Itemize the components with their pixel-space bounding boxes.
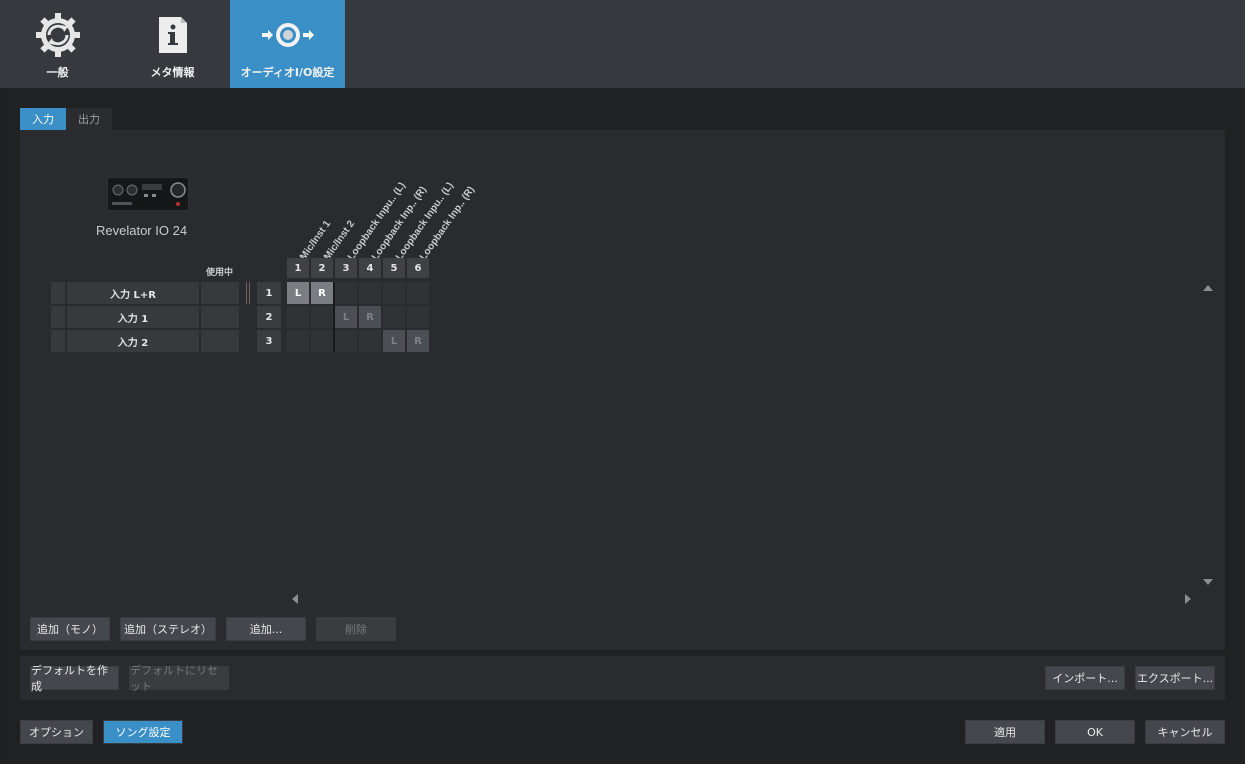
- matrix-cell[interactable]: L: [383, 330, 405, 352]
- column-number: 1: [287, 258, 309, 278]
- add-mono-button[interactable]: 追加（モノ）: [30, 617, 110, 641]
- gear-sync-icon: [30, 12, 86, 58]
- matrix-cell[interactable]: [383, 306, 405, 328]
- matrix-cell[interactable]: [383, 282, 405, 304]
- row-number: 2: [257, 306, 281, 328]
- scroll-right-icon[interactable]: [1185, 594, 1191, 604]
- row-color-swatch[interactable]: [51, 306, 65, 328]
- scroll-up-icon[interactable]: [1203, 285, 1213, 291]
- channel-name[interactable]: 入力 L+R: [67, 282, 199, 304]
- matrix-cell[interactable]: [311, 330, 333, 352]
- export-button[interactable]: エクスポート...: [1135, 666, 1215, 690]
- ok-button[interactable]: OK: [1055, 720, 1135, 744]
- tab-meta-info[interactable]: メタ情報: [115, 0, 230, 88]
- matrix-cell[interactable]: L: [287, 282, 309, 304]
- matrix-cell[interactable]: [335, 282, 357, 304]
- cancel-button[interactable]: キャンセル: [1145, 720, 1225, 744]
- scroll-down-icon[interactable]: [1203, 579, 1213, 585]
- tab-input[interactable]: 入力: [20, 108, 66, 130]
- device-name: Revelator IO 24: [96, 223, 188, 238]
- info-document-icon: [145, 12, 201, 58]
- delete-button[interactable]: 削除: [316, 617, 396, 641]
- tab-general-label: 一般: [46, 66, 69, 79]
- in-use-header: 使用中: [206, 268, 234, 278]
- column-number: 3: [335, 258, 357, 278]
- matrix-cell[interactable]: [287, 330, 309, 352]
- matrix-cell[interactable]: [359, 282, 381, 304]
- row-number: 1: [257, 282, 281, 304]
- column-number: 5: [383, 258, 405, 278]
- matrix-cell[interactable]: [335, 330, 357, 352]
- add-button[interactable]: 追加...: [226, 617, 306, 641]
- scroll-left-icon[interactable]: [292, 594, 298, 604]
- in-use-cell: [201, 282, 239, 304]
- import-button[interactable]: インポート...: [1045, 666, 1125, 690]
- matrix-cell[interactable]: [407, 306, 429, 328]
- column-number: 6: [407, 258, 429, 278]
- channel-name[interactable]: 入力 1: [67, 306, 199, 328]
- channel-name[interactable]: 入力 2: [67, 330, 199, 352]
- preferences-toolbar: 一般 メタ情報 オーディオI/O設定: [0, 0, 1245, 88]
- tab-meta-info-label: メタ情報: [150, 66, 195, 79]
- tab-audio-io-label: オーディオI/O設定: [240, 66, 335, 79]
- audio-io-icon: [260, 12, 316, 58]
- matrix-cell[interactable]: R: [407, 330, 429, 352]
- reset-default-button[interactable]: デフォルトにリセット: [129, 664, 229, 693]
- device-image: [107, 177, 189, 211]
- tab-audio-io[interactable]: オーディオI/O設定: [230, 0, 345, 88]
- matrix-cell[interactable]: [287, 306, 309, 328]
- matrix-cell[interactable]: [311, 306, 333, 328]
- column-number: 2: [311, 258, 333, 278]
- add-stereo-button[interactable]: 追加（ステレオ）: [120, 617, 216, 641]
- options-button[interactable]: オプション: [20, 720, 93, 744]
- in-use-cell: [201, 306, 239, 328]
- matrix-cell[interactable]: R: [311, 282, 333, 304]
- column-number: 4: [359, 258, 381, 278]
- device-group-divider: [333, 282, 335, 352]
- song-settings-button[interactable]: ソング設定: [103, 720, 183, 744]
- apply-button[interactable]: 適用: [965, 720, 1045, 744]
- in-use-cell: [201, 330, 239, 352]
- matrix-cell[interactable]: [359, 330, 381, 352]
- row-color-swatch[interactable]: [51, 282, 65, 304]
- matrix-cell[interactable]: R: [359, 306, 381, 328]
- row-color-swatch[interactable]: [51, 330, 65, 352]
- tab-general[interactable]: 一般: [0, 0, 115, 88]
- matrix-cell[interactable]: L: [335, 306, 357, 328]
- tab-output[interactable]: 出力: [66, 108, 112, 130]
- row-divider: [246, 282, 250, 304]
- make-default-button[interactable]: デフォルトを作成: [30, 664, 119, 693]
- routing-panel: [20, 130, 1225, 650]
- row-number: 3: [257, 330, 281, 352]
- matrix-cell[interactable]: [407, 282, 429, 304]
